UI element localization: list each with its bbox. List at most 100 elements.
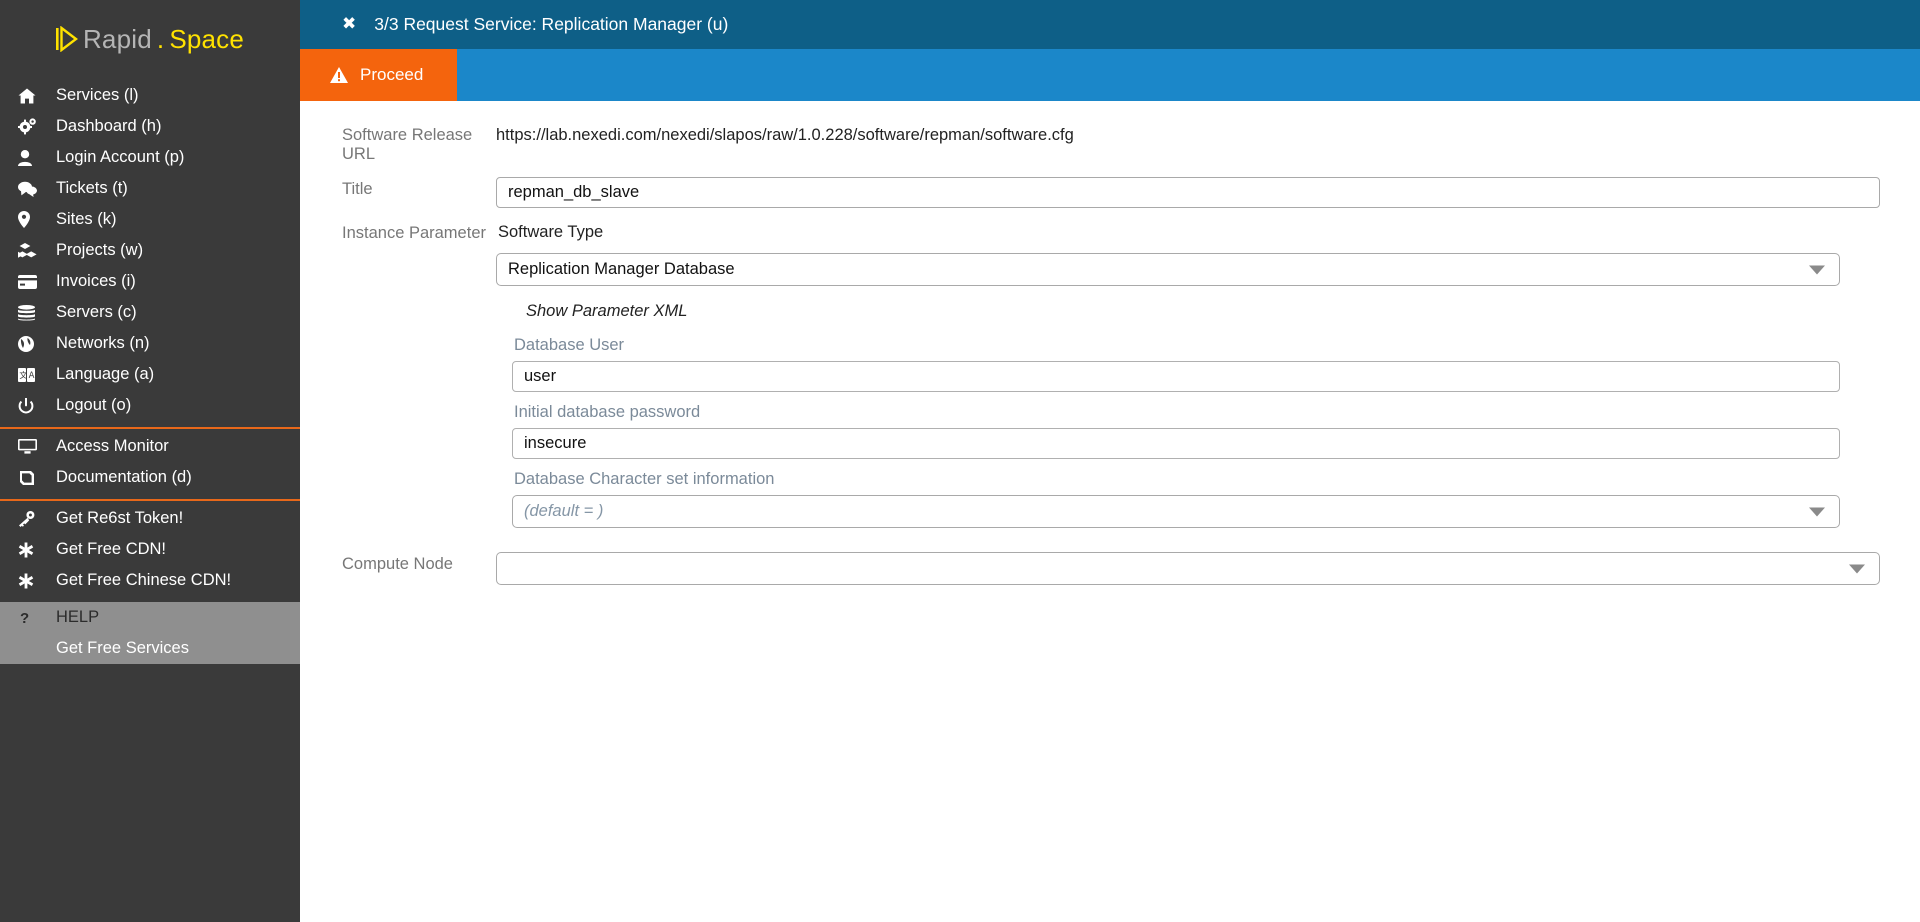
sidebar-item-label: Documentation (d) [56, 468, 192, 486]
monitor-icon [18, 439, 48, 454]
sidebar-item-get-free-services[interactable]: Get Free Services [0, 633, 300, 664]
sidebar-item-label: Access Monitor [56, 437, 169, 455]
svg-text:?: ? [20, 610, 29, 626]
software-release-url-value: https://lab.nexedi.com/nexedi/slapos/raw… [496, 126, 1074, 144]
form-row-instance-parameter: Instance Parameter Software Type Replica… [300, 221, 1920, 539]
request-service-form: Software Release URL https://lab.nexedi.… [300, 101, 1920, 585]
database-user-label: Database User [514, 336, 625, 354]
sidebar-item-label: HELP [56, 608, 100, 626]
main-content: ✖ 3/3 Request Service: Replication Manag… [300, 0, 1920, 922]
sidebar-item-dashboard[interactable]: Dashboard (h) [0, 111, 300, 142]
book-icon [18, 470, 48, 486]
sidebar-item-login-account[interactable]: Login Account (p) [0, 142, 300, 173]
gears-icon [18, 118, 48, 135]
sidebar-item-label: Get Re6st Token! [56, 509, 184, 527]
sidebar-item-servers[interactable]: Servers (c) [0, 297, 300, 328]
sidebar-item-documentation[interactable]: Documentation (d) [0, 462, 300, 493]
sidebar-item-access-monitor[interactable]: Access Monitor [0, 431, 300, 462]
sidebar-item-projects[interactable]: Projects (w) [0, 235, 300, 266]
action-bar: Proceed [300, 49, 1920, 101]
database-character-set-label: Database Character set information [514, 470, 775, 488]
show-parameter-xml-link[interactable]: Show Parameter XML [526, 302, 687, 321]
sidebar-item-label: Tickets (t) [56, 179, 128, 197]
proceed-button[interactable]: Proceed [300, 49, 458, 101]
compute-node-label: Compute Node [342, 555, 453, 573]
sidebar-item-label: Servers (c) [56, 303, 137, 321]
sidebar-item-label: Get Free Chinese CDN! [56, 571, 232, 589]
form-row-compute-node: Compute Node [300, 552, 1920, 585]
compute-node-select[interactable] [496, 552, 1880, 585]
app-root: Rapid. Space Services (l) Dashboard (h) … [0, 0, 1920, 922]
home-icon [18, 88, 48, 104]
form-row-title: Title [300, 177, 1920, 208]
instance-parameter-label: Instance Parameter [342, 224, 486, 242]
database-icon [18, 304, 48, 321]
title-input[interactable] [496, 177, 1880, 208]
title-bar: ✖ 3/3 Request Service: Replication Manag… [300, 0, 1920, 49]
form-row-software-release-url: Software Release URL https://lab.nexedi.… [300, 123, 1920, 164]
sidebar-item-label: Login Account (p) [56, 148, 185, 166]
language-icon: 文 A [18, 367, 48, 383]
sidebar-tools-nav: Access Monitor Documentation (d) [0, 427, 300, 501]
sidebar-item-get-free-cdn[interactable]: Get Free CDN! [0, 534, 300, 565]
parameter-database-character-set: Database Character set information (defa… [496, 470, 1840, 528]
title-label: Title [342, 180, 373, 198]
sidebar-item-sites[interactable]: Sites (k) [0, 204, 300, 235]
globe-icon [18, 335, 48, 352]
database-character-set-select-wrapper: (default = ) [512, 495, 1840, 528]
sidebar-item-networks[interactable]: Networks (n) [0, 328, 300, 359]
asterisk-icon [18, 542, 48, 558]
page-title: 3/3 Request Service: Replication Manager… [374, 14, 729, 34]
sidebar-item-label: Get Free Services [56, 639, 189, 657]
comments-icon [18, 181, 48, 197]
software-type-select[interactable]: Replication Manager Database [496, 253, 1840, 286]
database-user-input[interactable] [512, 361, 1840, 392]
logo-text-dot: . [156, 23, 165, 54]
sidebar-filler [0, 664, 300, 922]
sidebar-item-label: Language (a) [56, 365, 155, 383]
logo-text-space: Space [169, 23, 245, 54]
initial-database-password-input[interactable] [512, 428, 1840, 459]
sidebar-item-get-re6st-token[interactable]: Get Re6st Token! [0, 503, 300, 534]
close-icon[interactable]: ✖ [342, 16, 356, 33]
user-icon [18, 149, 48, 166]
sidebar-item-services[interactable]: Services (l) [0, 80, 300, 111]
sidebar-help-block: ? HELP Get Free Services [0, 602, 300, 664]
play-triangle-icon [55, 25, 78, 53]
sidebar-item-logout[interactable]: Logout (o) [0, 390, 300, 421]
sidebar-item-label: Get Free CDN! [56, 540, 167, 558]
sidebar-item-invoices[interactable]: Invoices (i) [0, 266, 300, 297]
parameter-database-user: Database User [496, 336, 1840, 392]
software-type-select-wrapper: Replication Manager Database [496, 253, 1840, 286]
sidebar-item-tickets[interactable]: Tickets (t) [0, 173, 300, 204]
sidebar-item-get-free-chinese-cdn[interactable]: Get Free Chinese CDN! [0, 565, 300, 596]
software-release-url-label: Software Release URL [342, 126, 473, 163]
sidebar-item-label: Sites (k) [56, 210, 117, 228]
warning-triangle-icon [330, 67, 348, 83]
svg-text:文: 文 [19, 370, 27, 380]
software-type-label: Software Type [498, 223, 604, 241]
parameter-initial-database-password: Initial database password [496, 403, 1840, 459]
map-pin-icon [18, 211, 48, 228]
sidebar-item-label: Logout (o) [56, 396, 132, 414]
database-character-set-select[interactable]: (default = ) [512, 495, 1840, 528]
sidebar-promo-nav: Get Re6st Token! Get Free CDN! Get Free … [0, 501, 300, 602]
sidebar: Rapid. Space Services (l) Dashboard (h) … [0, 0, 300, 922]
sidebar-item-language[interactable]: 文 A Language (a) [0, 359, 300, 390]
compute-node-select-wrapper [496, 552, 1880, 585]
key-icon [18, 510, 48, 527]
power-icon [18, 397, 48, 414]
sidebar-item-label: Invoices (i) [56, 272, 136, 290]
sidebar-item-help[interactable]: ? HELP [0, 602, 300, 633]
question-icon: ? [18, 610, 48, 626]
instance-parameter-block: Software Type Replication Manager Databa… [496, 223, 1880, 528]
logo-text-rapid: Rapid [82, 23, 152, 54]
asterisk-icon [18, 573, 48, 589]
sidebar-item-label: Networks (n) [56, 334, 150, 352]
sidebar-item-label: Projects (w) [56, 241, 144, 259]
svg-text:A: A [29, 371, 35, 381]
initial-database-password-label: Initial database password [514, 403, 701, 421]
credit-card-icon [18, 274, 48, 289]
sidebar-main-nav: Services (l) Dashboard (h) Login Account… [0, 78, 300, 427]
brand-logo[interactable]: Rapid. Space [0, 0, 300, 78]
